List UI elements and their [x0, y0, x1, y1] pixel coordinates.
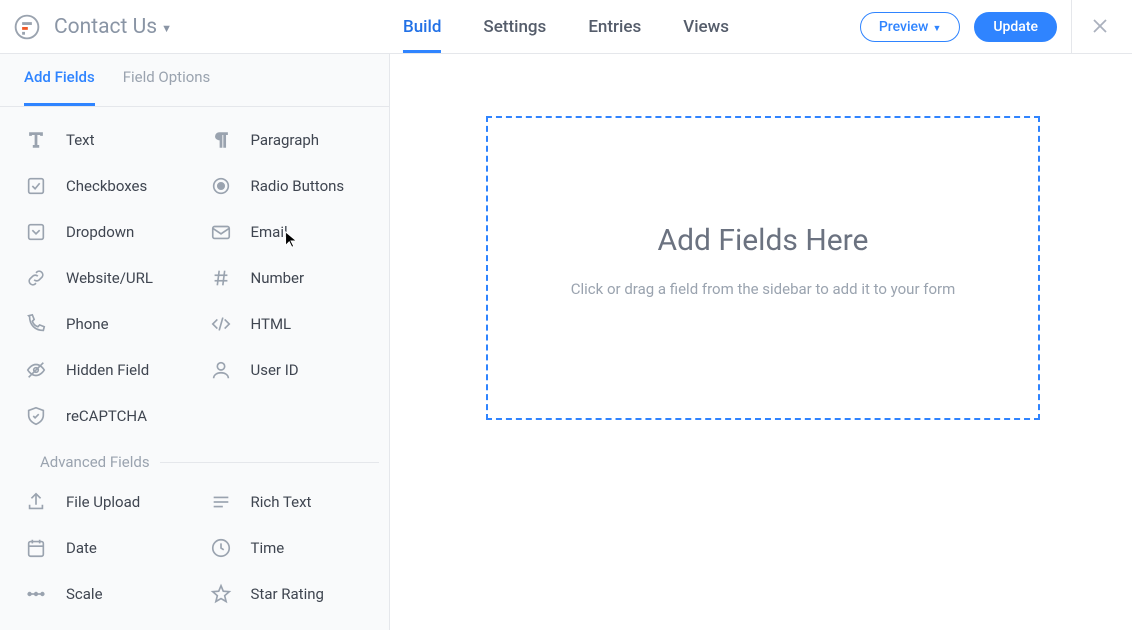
- link-icon: [24, 266, 48, 290]
- field-scale[interactable]: Scale: [10, 571, 195, 617]
- field-url[interactable]: Website/URL: [10, 255, 195, 301]
- field-file-upload[interactable]: File Upload: [10, 479, 195, 525]
- tab-views[interactable]: Views: [683, 0, 729, 53]
- chevron-down-icon: ▼: [161, 22, 172, 35]
- field-radio-buttons[interactable]: Radio Buttons: [195, 163, 380, 209]
- preview-button[interactable]: Preview▼: [860, 12, 961, 42]
- tab-settings[interactable]: Settings: [483, 0, 546, 53]
- phone-icon: [24, 312, 48, 336]
- update-button[interactable]: Update: [974, 12, 1057, 42]
- user-icon: [209, 358, 233, 382]
- dropdown-icon: [24, 220, 48, 244]
- paragraph-icon: [209, 128, 233, 152]
- field-number[interactable]: Number: [195, 255, 380, 301]
- clock-icon: [209, 536, 233, 560]
- rich-text-icon: [209, 490, 233, 514]
- shield-check-icon: [24, 404, 48, 428]
- field-star-rating[interactable]: Star Rating: [195, 571, 380, 617]
- field-phone[interactable]: Phone: [10, 301, 195, 347]
- email-icon: [209, 220, 233, 244]
- field-html[interactable]: HTML: [195, 301, 380, 347]
- scale-icon: [24, 582, 48, 606]
- calendar-icon: [24, 536, 48, 560]
- field-paragraph[interactable]: Paragraph: [195, 117, 380, 163]
- field-text[interactable]: Text: [10, 117, 195, 163]
- upload-icon: [24, 490, 48, 514]
- text-icon: [24, 128, 48, 152]
- tab-build[interactable]: Build: [403, 0, 441, 53]
- section-advanced-fields: Advanced Fields: [10, 453, 379, 471]
- hash-icon: [209, 266, 233, 290]
- dropzone-subtitle: Click or drag a field from the sidebar t…: [571, 280, 956, 298]
- form-dropzone[interactable]: Add Fields Here Click or drag a field fr…: [486, 116, 1040, 420]
- field-recaptcha[interactable]: reCAPTCHA: [10, 393, 195, 439]
- eye-off-icon: [24, 358, 48, 382]
- sidebar-tab-add-fields[interactable]: Add Fields: [24, 68, 95, 106]
- field-dropdown[interactable]: Dropdown: [10, 209, 195, 255]
- field-rich-text[interactable]: Rich Text: [195, 479, 380, 525]
- field-hidden[interactable]: Hidden Field: [10, 347, 195, 393]
- radio-icon: [209, 174, 233, 198]
- field-checkboxes[interactable]: Checkboxes: [10, 163, 195, 209]
- star-icon: [209, 582, 233, 606]
- close-icon[interactable]: [1086, 11, 1114, 43]
- dropzone-title: Add Fields Here: [658, 223, 869, 258]
- caret-down-icon: ▼: [932, 23, 941, 34]
- app-logo-icon: [14, 14, 40, 40]
- field-date[interactable]: Date: [10, 525, 195, 571]
- sidebar-tab-field-options[interactable]: Field Options: [123, 68, 211, 106]
- field-userid[interactable]: User ID: [195, 347, 380, 393]
- tab-entries[interactable]: Entries: [588, 0, 641, 53]
- code-icon: [209, 312, 233, 336]
- checkbox-icon: [24, 174, 48, 198]
- field-email[interactable]: Email: [195, 209, 380, 255]
- form-title-text: Contact Us: [54, 15, 157, 39]
- field-time[interactable]: Time: [195, 525, 380, 571]
- divider: [1071, 0, 1072, 54]
- form-title-dropdown[interactable]: Contact Us ▼: [54, 15, 172, 39]
